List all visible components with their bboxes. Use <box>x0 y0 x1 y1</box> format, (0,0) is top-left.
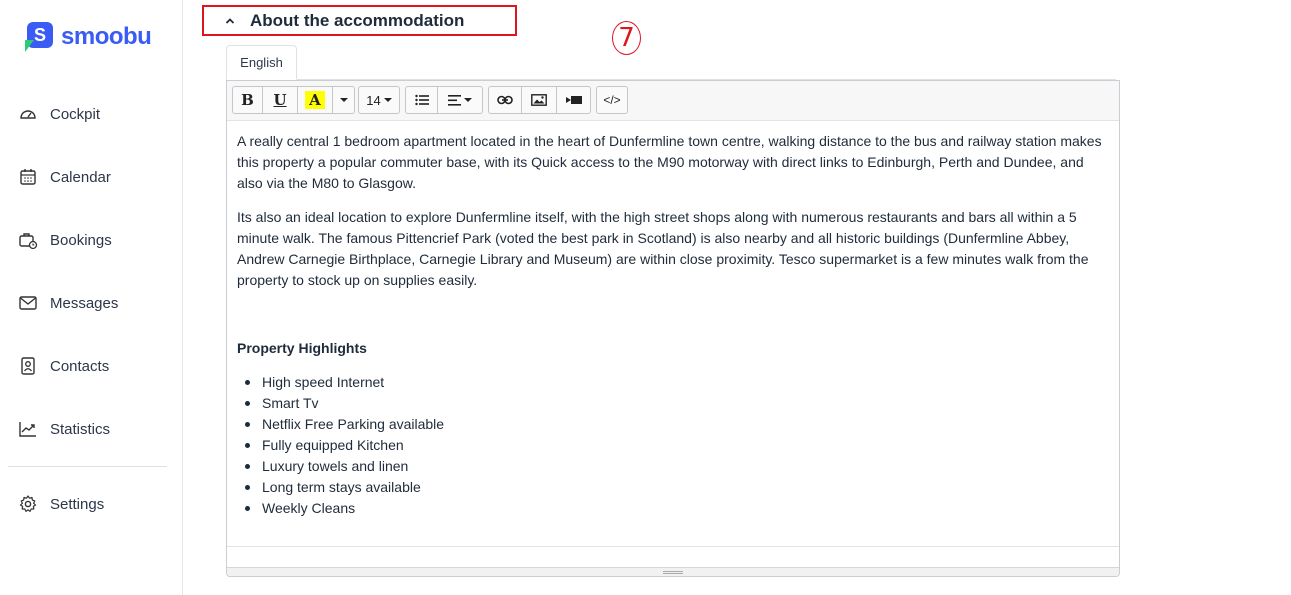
highlights-heading: Property Highlights <box>237 340 367 356</box>
font-size-value: 14 <box>366 92 381 108</box>
list-item: Long term stays available <box>245 477 1109 498</box>
link-icon <box>497 95 513 105</box>
sidebar-item-label: Calendar <box>50 168 111 186</box>
sidebar-item-bookings[interactable]: Bookings <box>18 228 112 252</box>
sidebar-item-messages[interactable]: Messages <box>18 291 118 315</box>
list-item: Smart Tv <box>245 393 1109 414</box>
section-toggle-about-accommodation[interactable]: About the accommodation <box>202 5 517 36</box>
paragraph-align-dropdown[interactable] <box>438 86 483 114</box>
highlight-color-dropdown[interactable] <box>333 86 355 114</box>
insert-link-button[interactable] <box>488 86 522 114</box>
sidebar-item-cockpit[interactable]: Cockpit <box>18 102 100 126</box>
underline-button[interactable]: U <box>263 86 298 114</box>
highlights-list: High speed Internet Smart Tv Netflix Fre… <box>237 372 1109 519</box>
smoobu-logo[interactable]: S smoobu <box>25 22 152 52</box>
highlight-color-button[interactable]: A <box>298 86 333 114</box>
video-icon <box>565 96 582 104</box>
list-item: High speed Internet <box>245 372 1109 393</box>
calendar-icon <box>20 169 36 185</box>
highlight-color-label: A <box>305 91 325 109</box>
description-paragraph: Its also an ideal location to explore Du… <box>237 209 1089 288</box>
caret-down-icon <box>383 98 392 102</box>
gauge-icon <box>20 110 36 119</box>
bookings-icon <box>19 233 38 250</box>
code-view-button[interactable]: </> <box>596 86 628 114</box>
sidebar: S smoobu Cockpit Calendar Bookings Messa… <box>0 0 183 595</box>
font-size-dropdown[interactable]: 14 <box>358 86 400 114</box>
editor-resize-handle[interactable] <box>227 567 1119 576</box>
list-item: Weekly Cleans <box>245 498 1109 519</box>
sidebar-item-contacts[interactable]: Contacts <box>18 354 109 378</box>
sidebar-item-settings[interactable]: Settings <box>18 492 104 516</box>
editor-status-divider <box>227 546 1119 547</box>
caret-down-icon <box>339 98 348 102</box>
section-title: About the accommodation <box>250 10 465 30</box>
brand-name: smoobu <box>61 23 152 50</box>
list-item: Luxury towels and linen <box>245 456 1109 477</box>
caret-down-icon <box>464 98 472 102</box>
unordered-list-button[interactable] <box>405 86 438 114</box>
annotation-marker: 7 <box>612 21 641 55</box>
insert-image-button[interactable] <box>522 86 557 114</box>
sidebar-divider <box>8 466 167 467</box>
trend-chart-icon <box>19 422 36 437</box>
list-item: Fully equipped Kitchen <box>245 435 1109 456</box>
image-icon <box>531 94 547 106</box>
sidebar-item-calendar[interactable]: Calendar <box>18 165 111 189</box>
tab-english[interactable]: English <box>226 45 297 80</box>
list-item: Netflix Free Parking available <box>245 414 1109 435</box>
sidebar-item-label: Messages <box>50 294 119 312</box>
sidebar-item-label: Cockpit <box>50 105 101 123</box>
smoobu-logo-icon: S <box>25 22 55 52</box>
editor-toolbar: B U A 14 </> <box>227 81 1119 121</box>
description-paragraph: A really central 1 bedroom apartment loc… <box>237 133 1102 191</box>
bullet-list-icon <box>414 94 429 106</box>
rich-text-editor: B U A 14 </> A really central 1 bedroom … <box>226 80 1120 577</box>
sidebar-item-label: Contacts <box>50 357 110 375</box>
contact-card-icon <box>21 357 35 375</box>
editor-content[interactable]: A really central 1 bedroom apartment loc… <box>237 131 1109 519</box>
gear-icon <box>19 495 37 512</box>
bold-button[interactable]: B <box>232 86 263 114</box>
envelope-icon <box>19 296 37 310</box>
sidebar-item-label: Settings <box>50 495 105 513</box>
grip-icon <box>663 570 683 574</box>
sidebar-item-label: Statistics <box>50 420 111 438</box>
align-left-icon <box>448 94 461 106</box>
sidebar-item-statistics[interactable]: Statistics <box>18 417 110 441</box>
sidebar-item-label: Bookings <box>50 231 112 249</box>
chevron-up-icon <box>225 17 235 24</box>
insert-video-button[interactable] <box>557 86 591 114</box>
